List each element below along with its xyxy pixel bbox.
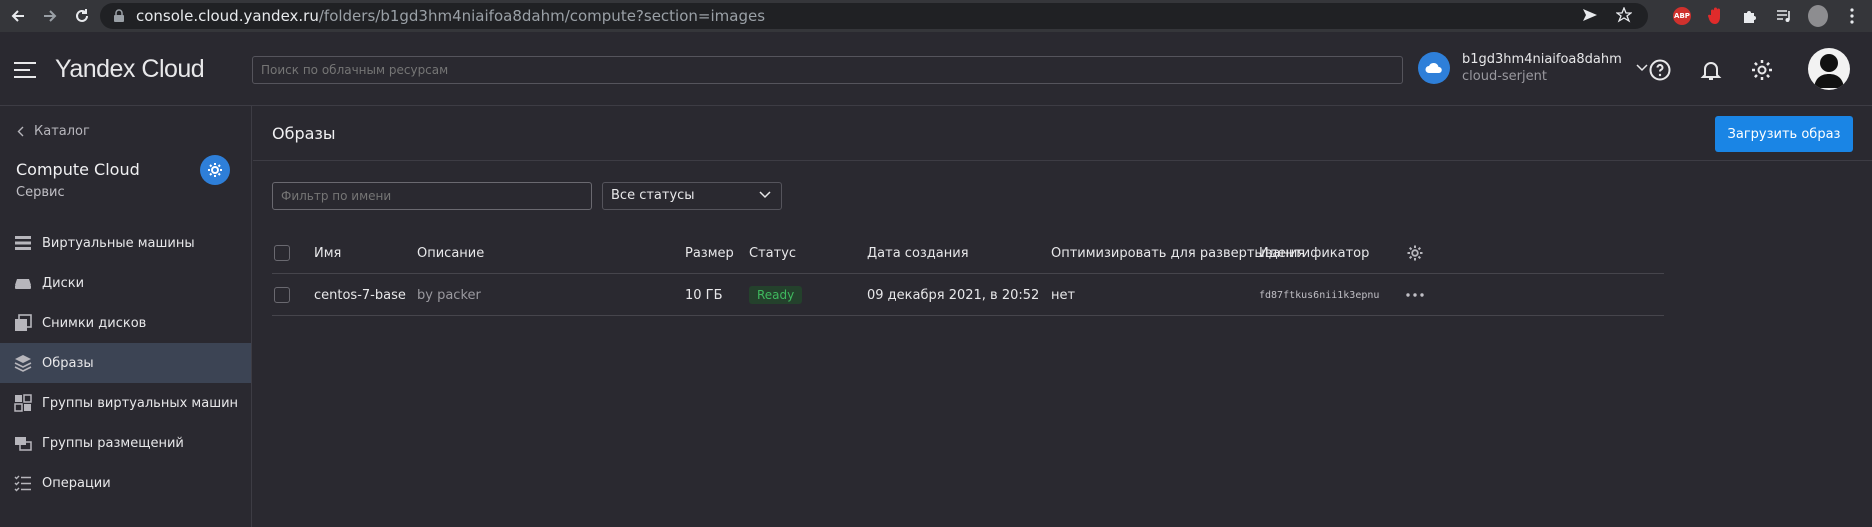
browser-profile-avatar[interactable] [1808, 5, 1828, 27]
browser-toolbar: console.cloud.yandex.ru/folders/b1gd3hm4… [0, 0, 1872, 32]
table-row[interactable]: centos-7-base by packer 10 ГБ Ready 09 д… [272, 274, 1664, 316]
reload-icon[interactable] [68, 2, 96, 30]
column-header-id[interactable]: Идентификатор [1259, 232, 1369, 274]
name-filter-input[interactable] [272, 182, 592, 210]
send-icon[interactable] [1582, 7, 1598, 23]
chevron-left-icon [17, 126, 24, 137]
upload-image-button[interactable]: Загрузить образ [1715, 116, 1853, 152]
layers-icon [14, 355, 32, 372]
chevron-down-icon [759, 191, 771, 199]
image-created: 09 декабря 2021, в 20:52 [867, 287, 1040, 303]
sidebar-item-operations[interactable]: Операции [0, 463, 251, 503]
vm-groups-icon [14, 394, 32, 412]
settings-gear-icon[interactable] [1750, 58, 1774, 82]
lock-icon [114, 9, 124, 22]
select-all-checkbox[interactable] [274, 245, 290, 261]
sidebar-item-vm-groups[interactable]: Группы виртуальных машин [0, 383, 251, 423]
snapshots-icon [15, 314, 32, 331]
media-queue-icon[interactable] [1774, 6, 1794, 26]
operations-icon [14, 475, 31, 492]
back-to-catalog-link[interactable]: Каталог [17, 124, 90, 139]
bell-icon[interactable] [1699, 58, 1723, 82]
cloud-id: b1gd3hm4niaifoa8dahm [1462, 52, 1622, 67]
column-header-size[interactable]: Размер [685, 232, 734, 274]
table-header-row: Имя Описание Размер Статус Дата создания… [272, 232, 1664, 274]
image-description: by packer [417, 287, 481, 303]
search-input[interactable] [252, 56, 1403, 84]
sidebar-item-placement-groups[interactable]: Группы размещений [0, 423, 251, 463]
cloud-name: cloud-serjent [1462, 69, 1547, 84]
status-filter-select[interactable]: Все статусы [602, 182, 782, 210]
column-header-description[interactable]: Описание [417, 232, 484, 274]
status-badge: Ready [749, 286, 803, 304]
column-header-created[interactable]: Дата создания [867, 232, 969, 274]
sidebar-item-disks[interactable]: Диски [0, 263, 251, 303]
cloud-icon [1418, 52, 1450, 84]
sidebar-item-vms[interactable]: Виртуальные машины [0, 223, 251, 263]
hand-extension-icon[interactable] [1706, 6, 1726, 26]
service-title: Compute Cloud [16, 160, 140, 179]
cloud-selector[interactable]: b1gd3hm4niaifoa8dahm cloud-serjent [1418, 51, 1648, 85]
help-icon[interactable] [1648, 58, 1672, 82]
back-arrow-icon[interactable] [4, 2, 32, 30]
row-actions-icon[interactable] [1406, 274, 1424, 316]
images-table: Имя Описание Размер Статус Дата создания… [272, 232, 1664, 316]
address-bar[interactable]: console.cloud.yandex.ru/folders/b1gd3hm4… [100, 3, 1648, 29]
placement-groups-icon [15, 437, 32, 451]
url-host: console.cloud.yandex.ru [136, 7, 319, 25]
page-title: Образы [272, 124, 336, 143]
sidebar-item-snapshots[interactable]: Снимки дисков [0, 303, 251, 343]
chevron-down-icon [1636, 64, 1648, 72]
image-name: centos-7-base [314, 287, 406, 303]
status-cell: Ready [749, 274, 803, 316]
image-size: 10 ГБ [685, 287, 723, 303]
forward-arrow-icon[interactable] [36, 2, 64, 30]
page-header: Образы Загрузить образ [253, 106, 1872, 161]
column-header-status[interactable]: Статус [749, 232, 796, 274]
browser-menu-icon[interactable] [1842, 6, 1862, 26]
image-id: fd87ftkus6nii1k3epnu [1259, 289, 1380, 301]
service-subtitle: Сервис [16, 185, 65, 200]
app-header: Yandex Cloud b1gd3hm4niaifoa8dahm cloud-… [0, 32, 1872, 106]
main-content: Образы Загрузить образ Все статусы Имя О… [253, 106, 1872, 527]
servers-icon [15, 236, 31, 250]
url-path: /folders/b1gd3hm4niaifoa8dahm/compute?se… [318, 7, 766, 25]
menu-icon[interactable] [14, 62, 36, 78]
disk-icon [15, 279, 31, 289]
sidebar-nav: Виртуальные машины Диски Снимки дисков О… [0, 223, 251, 503]
user-avatar[interactable] [1808, 48, 1850, 90]
service-settings-icon[interactable] [200, 155, 230, 185]
sidebar-item-images[interactable]: Образы [0, 343, 251, 383]
image-optimize: нет [1051, 287, 1076, 303]
sidebar: Каталог Compute Cloud Сервис Виртуальные… [0, 106, 252, 527]
column-header-name[interactable]: Имя [314, 232, 341, 274]
adblock-extension-icon[interactable]: ABP [1672, 6, 1692, 26]
yandex-cloud-logo[interactable]: Yandex Cloud [55, 55, 205, 84]
column-settings-gear-icon[interactable] [1406, 232, 1424, 274]
row-checkbox[interactable] [274, 287, 290, 303]
puzzle-extension-icon[interactable] [1740, 6, 1760, 26]
star-icon[interactable] [1616, 7, 1632, 23]
